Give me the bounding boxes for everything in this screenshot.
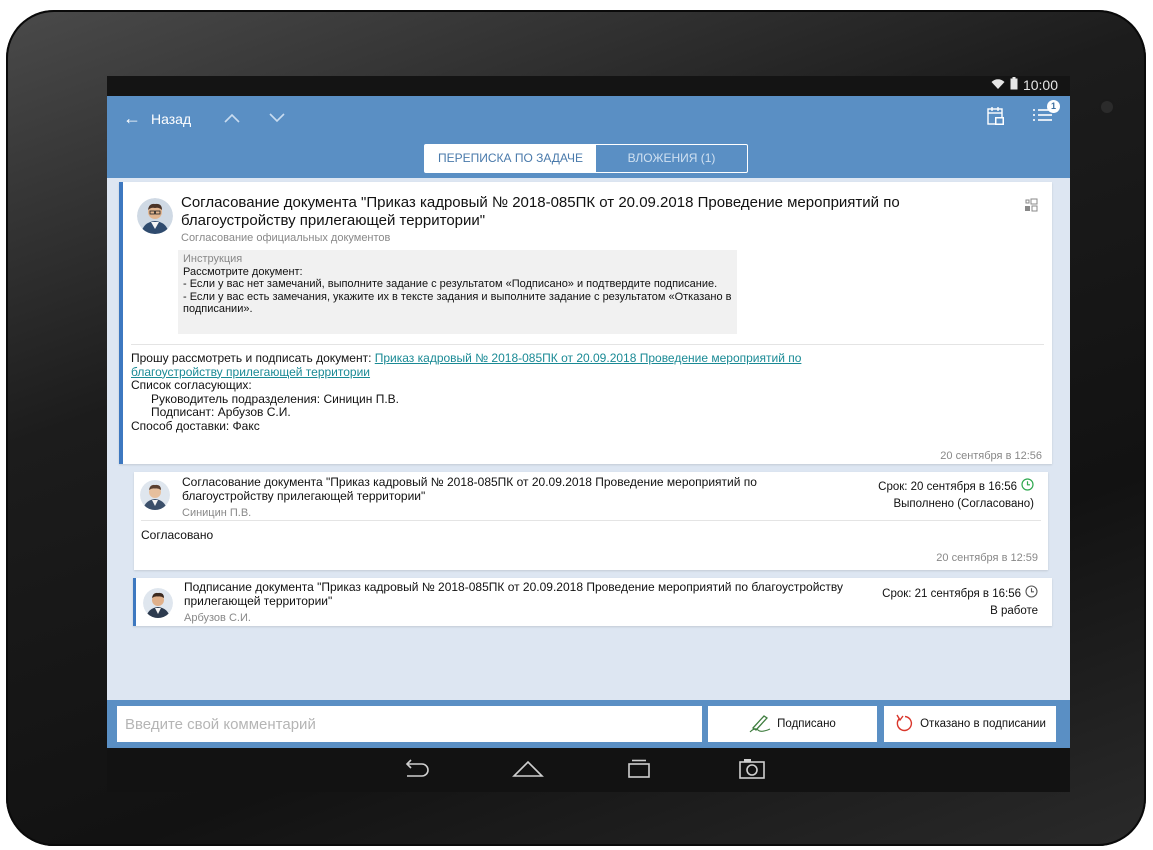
avatar bbox=[140, 480, 170, 510]
notification-badge: 1 bbox=[1047, 100, 1060, 113]
status-indicators: 10:00 bbox=[991, 77, 1058, 93]
reject-button[interactable]: Отказано в подписании bbox=[884, 706, 1056, 742]
tab-attachments[interactable]: ВЛОЖЕНИЯ (1) bbox=[596, 145, 747, 172]
main-task-title: Согласование документа "Приказ кадровый … bbox=[181, 194, 900, 229]
main-task-subtitle: Согласование официальных документов bbox=[181, 232, 391, 244]
back-button[interactable]: ← Назад bbox=[123, 108, 191, 129]
instruction-line: Рассмотрите документ: bbox=[183, 265, 303, 278]
back-label: Назад bbox=[151, 110, 192, 127]
clock-icon bbox=[1025, 585, 1038, 603]
battery-icon bbox=[1010, 77, 1018, 93]
instruction-heading: Инструкция bbox=[183, 253, 243, 265]
clock-done-icon bbox=[1021, 478, 1034, 496]
composer-bar: Подписано Отказано в подписании bbox=[107, 700, 1070, 748]
wifi-icon bbox=[991, 77, 1005, 93]
recents-nav-icon[interactable] bbox=[626, 758, 652, 785]
back-nav-icon[interactable] bbox=[401, 758, 431, 785]
approvers-heading: Список согласующих: bbox=[131, 378, 252, 393]
instruction-line: - Если у вас нет замечаний, выполните за… bbox=[183, 278, 718, 291]
timestamp: 20 сентября в 12:56 bbox=[940, 450, 1042, 462]
chevron-down-icon[interactable] bbox=[269, 110, 285, 126]
subtask-comment: Согласовано bbox=[141, 528, 214, 542]
approver-item: Подписант: Арбузов С.И. bbox=[151, 405, 291, 420]
sign-label: Подписано bbox=[777, 718, 836, 730]
main-task-body: Прошу рассмотреть и подписать документ: … bbox=[131, 351, 891, 434]
undo-icon bbox=[894, 713, 914, 736]
subtask-title: Согласование документа "Приказ кадровый … bbox=[182, 475, 757, 503]
sign-button[interactable]: Подписано bbox=[708, 706, 877, 742]
calendar-icon[interactable] bbox=[987, 106, 1005, 131]
camera-icon bbox=[1101, 101, 1113, 113]
subtask-signing-card[interactable]: Подписание документа "Приказ кадровый № … bbox=[133, 578, 1052, 626]
tab-correspondence[interactable]: ПЕРЕПИСКА ПО ЗАДАЧЕ bbox=[425, 145, 596, 172]
avatar bbox=[137, 198, 173, 234]
tab-bar: ПЕРЕПИСКА ПО ЗАДАЧЕ ВЛОЖЕНИЯ (1) bbox=[424, 144, 748, 173]
subtask-author: Синицин П.В. bbox=[182, 507, 252, 519]
arrow-left-icon: ← bbox=[123, 108, 141, 128]
instruction-line: - Если у вас есть замечания, укажите их … bbox=[183, 290, 732, 316]
task-feed: Согласование документа "Приказ кадровый … bbox=[107, 178, 1070, 792]
signature-icon bbox=[749, 713, 771, 736]
status-bar: 10:00 bbox=[107, 76, 1070, 96]
main-task-card[interactable]: Согласование документа "Приказ кадровый … bbox=[119, 182, 1052, 464]
divider bbox=[141, 520, 1041, 521]
screenshot-icon[interactable] bbox=[738, 758, 766, 785]
body-prefix: Прошу рассмотреть и подписать документ: bbox=[131, 351, 375, 365]
subtask-approval-card[interactable]: Согласование документа "Приказ кадровый … bbox=[134, 472, 1048, 570]
subtask-status: В работе bbox=[990, 605, 1038, 617]
status-time: 10:00 bbox=[1022, 77, 1058, 93]
subtask-status: Выполнено (Согласовано) bbox=[893, 498, 1034, 510]
comment-input[interactable] bbox=[117, 706, 702, 742]
timestamp: 20 сентября в 12:59 bbox=[936, 552, 1038, 564]
delivery-method: Способ доставки: Факс bbox=[131, 418, 260, 433]
tablet-screen: 10:00 ← Назад 1 ПЕРЕПИСКА ПО ЗАДАЧЕ ВЛОЖ… bbox=[107, 76, 1070, 792]
expand-icon[interactable] bbox=[1024, 198, 1038, 217]
task-list-icon[interactable]: 1 bbox=[1032, 100, 1060, 129]
home-nav-icon[interactable] bbox=[511, 758, 545, 785]
instruction-box: Инструкция Рассмотрите документ: - Если … bbox=[178, 250, 737, 334]
system-nav-bar bbox=[107, 748, 1070, 792]
subtask-author: Арбузов С.И. bbox=[184, 612, 251, 624]
due-date: Срок: 21 сентября в 16:56 bbox=[882, 588, 1021, 601]
subtask-title: Подписание документа "Приказ кадровый № … bbox=[184, 580, 844, 608]
due-block: Срок: 21 сентября в 16:56 В работе bbox=[882, 585, 1038, 619]
due-block: Срок: 20 сентября в 16:56 Выполнено (Сог… bbox=[878, 478, 1034, 512]
due-date: Срок: 20 сентября в 16:56 bbox=[878, 481, 1017, 494]
approver-item: Руководитель подразделения: Синицин П.В. bbox=[151, 391, 399, 406]
avatar bbox=[143, 588, 173, 618]
divider bbox=[131, 344, 1044, 345]
app-header: ← Назад 1 ПЕРЕПИСКА ПО ЗАДАЧЕ ВЛОЖЕНИЯ (… bbox=[107, 96, 1070, 178]
reject-label: Отказано в подписании bbox=[920, 718, 1046, 730]
chevron-up-icon[interactable] bbox=[224, 110, 240, 126]
